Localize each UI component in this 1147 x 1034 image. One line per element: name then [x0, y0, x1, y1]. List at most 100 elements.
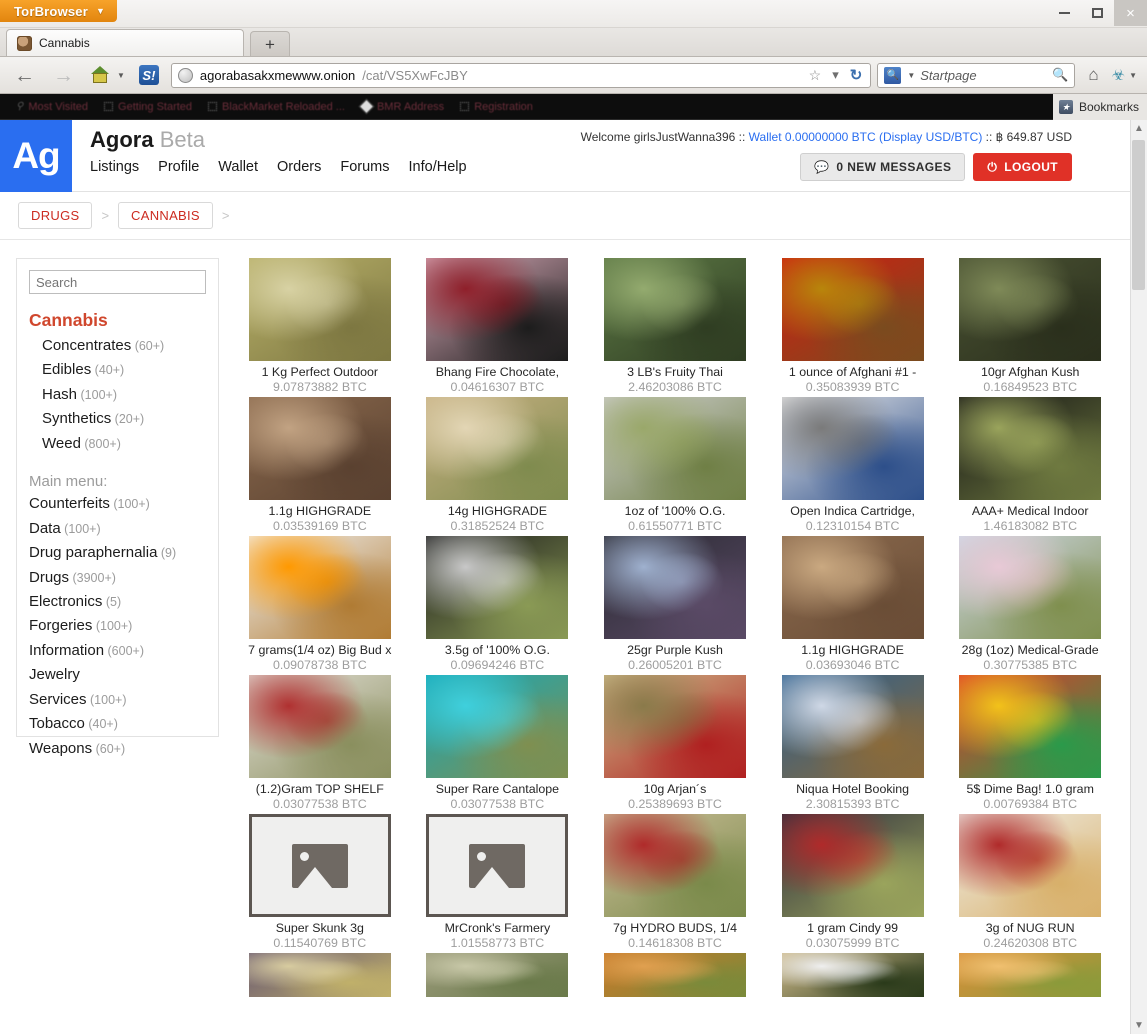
category-tobacco[interactable]: Tobacco (40+): [29, 712, 206, 736]
product-thumbnail[interactable]: [782, 536, 924, 639]
product-thumbnail[interactable]: [604, 953, 746, 997]
forward-button[interactable]: →: [47, 65, 80, 86]
scrollbar-thumb[interactable]: [1132, 140, 1145, 290]
product-title[interactable]: 1.1g HIGHGRADE: [767, 643, 939, 657]
tab-cannabis[interactable]: Cannabis: [6, 29, 244, 56]
product-card[interactable]: 1.1g HIGHGRADE0.03539169 BTC: [234, 397, 406, 533]
product-card[interactable]: 7g HYDRO BUDS, 1/40.14618308 BTC: [589, 814, 761, 950]
product-card[interactable]: [234, 953, 406, 997]
maximize-button[interactable]: [1081, 0, 1114, 26]
product-title[interactable]: 25gr Purple Kush: [589, 643, 761, 657]
category-electronics[interactable]: Electronics (5): [29, 590, 206, 614]
search-input[interactable]: Startpage: [920, 68, 1047, 83]
product-card[interactable]: 10gr Afghan Kush0.16849523 BTC: [944, 258, 1116, 394]
bookmark-bmr-address[interactable]: BMR Address: [353, 101, 452, 113]
product-thumbnail[interactable]: [249, 675, 391, 778]
torbutton-button[interactable]: ☣▼: [1112, 66, 1139, 84]
home-button[interactable]: ⌂: [1081, 65, 1105, 85]
bookmark-star-icon[interactable]: ☆: [807, 67, 824, 84]
bookmark-most-visited[interactable]: ⚲ Most Visited: [8, 101, 96, 113]
product-thumbnail[interactable]: [604, 536, 746, 639]
scroll-down-arrow-icon[interactable]: ▼: [1134, 1017, 1144, 1034]
search-bar[interactable]: ▼ Startpage 🔍: [877, 63, 1075, 88]
nav-listings[interactable]: Listings: [90, 159, 139, 175]
product-card[interactable]: 1 ounce of Afghani #1 -0.35083939 BTC: [767, 258, 939, 394]
product-card[interactable]: (1.2)Gram TOP SHELF0.03077538 BTC: [234, 675, 406, 811]
product-title[interactable]: 3 LB's Fruity Thai: [589, 365, 761, 379]
product-title[interactable]: 28g (1oz) Medical-Grade: [944, 643, 1116, 657]
startpage-shortcut-icon[interactable]: S!: [139, 65, 159, 85]
product-thumbnail[interactable]: [959, 258, 1101, 361]
product-title[interactable]: 7 grams(1/4 oz) Big Bud x: [234, 643, 406, 657]
subcategory-edibles[interactable]: Edibles (40+): [42, 358, 206, 382]
product-title[interactable]: 7g HYDRO BUDS, 1/4: [589, 921, 761, 935]
subcategory-concentrates[interactable]: Concentrates (60+): [42, 334, 206, 358]
product-thumbnail[interactable]: [959, 397, 1101, 500]
category-information[interactable]: Information (600+): [29, 639, 206, 663]
product-card[interactable]: 7 grams(1/4 oz) Big Bud x0.09078738 BTC: [234, 536, 406, 672]
product-card[interactable]: 1.1g HIGHGRADE0.03693046 BTC: [767, 536, 939, 672]
home-icon[interactable]: [90, 66, 110, 84]
search-input[interactable]: [29, 270, 206, 294]
product-title[interactable]: 3g of NUG RUN: [944, 921, 1116, 935]
product-title[interactable]: Super Rare Cantalope: [412, 782, 584, 796]
bookmarks-menu-button[interactable]: ★ Bookmarks: [1053, 94, 1147, 120]
nav-wallet[interactable]: Wallet: [218, 159, 258, 175]
product-thumbnail[interactable]: [604, 258, 746, 361]
bookmark-blackmarket-reloaded[interactable]: BlackMarket Reloaded ...: [200, 101, 353, 113]
product-title[interactable]: MrCronk's Farmery: [412, 921, 584, 935]
chevron-down-icon[interactable]: ▼: [117, 71, 125, 80]
category-drug-paraphernalia[interactable]: Drug paraphernalia (9): [29, 541, 206, 565]
search-icon[interactable]: 🔍: [1052, 67, 1068, 83]
product-thumbnail[interactable]: [782, 397, 924, 500]
breadcrumb-drugs[interactable]: DRUGS: [18, 202, 92, 229]
product-thumbnail[interactable]: [959, 675, 1101, 778]
product-card[interactable]: MrCronk's Farmery1.01558773 BTC: [412, 814, 584, 950]
product-thumbnail[interactable]: [782, 814, 924, 917]
product-card[interactable]: [412, 953, 584, 997]
messages-button[interactable]: 💬 0 NEW MESSAGES: [800, 153, 965, 181]
product-card[interactable]: 3g of NUG RUN0.24620308 BTC: [944, 814, 1116, 950]
reload-icon[interactable]: ↻: [848, 66, 865, 84]
back-button[interactable]: ←: [8, 65, 41, 86]
torbrowser-menu-button[interactable]: TorBrowser ▼: [0, 0, 117, 22]
subcategory-hash[interactable]: Hash (100+): [42, 383, 206, 407]
product-title[interactable]: 1 ounce of Afghani #1 -: [767, 365, 939, 379]
product-card[interactable]: 3 LB's Fruity Thai2.46203086 BTC: [589, 258, 761, 394]
product-title[interactable]: Open Indica Cartridge,: [767, 504, 939, 518]
nav-profile[interactable]: Profile: [158, 159, 199, 175]
category-counterfeits[interactable]: Counterfeits (100+): [29, 492, 206, 516]
chevron-down-icon[interactable]: ▼: [907, 71, 915, 80]
bookmark-registration[interactable]: Registration: [452, 101, 541, 113]
product-thumbnail[interactable]: [249, 258, 391, 361]
close-button[interactable]: ×: [1114, 0, 1147, 26]
product-card[interactable]: Super Skunk 3g0.11540769 BTC: [234, 814, 406, 950]
product-card[interactable]: 3.5g of '100% O.G.0.09694246 BTC: [412, 536, 584, 672]
product-thumbnail[interactable]: [959, 536, 1101, 639]
product-card[interactable]: 28g (1oz) Medical-Grade0.30775385 BTC: [944, 536, 1116, 672]
product-thumbnail[interactable]: [426, 675, 568, 778]
product-thumbnail[interactable]: [249, 953, 391, 997]
product-card[interactable]: 1oz of '100% O.G.0.61550771 BTC: [589, 397, 761, 533]
product-title[interactable]: Super Skunk 3g: [234, 921, 406, 935]
subcategory-synthetics[interactable]: Synthetics (20+): [42, 407, 206, 431]
category-jewelry[interactable]: Jewelry: [29, 663, 206, 687]
product-title[interactable]: Niqua Hotel Booking: [767, 782, 939, 796]
product-card[interactable]: 1 gram Cindy 990.03075999 BTC: [767, 814, 939, 950]
product-title[interactable]: 5$ Dime Bag! 1.0 gram: [944, 782, 1116, 796]
product-card[interactable]: 25gr Purple Kush0.26005201 BTC: [589, 536, 761, 672]
product-thumbnail[interactable]: [426, 953, 568, 997]
product-title[interactable]: 14g HIGHGRADE: [412, 504, 584, 518]
site-logo[interactable]: Ag: [0, 120, 72, 192]
product-thumbnail[interactable]: [426, 258, 568, 361]
new-tab-button[interactable]: +: [250, 31, 290, 56]
product-card[interactable]: [944, 953, 1116, 997]
product-thumbnail[interactable]: [782, 675, 924, 778]
product-title[interactable]: AAA+ Medical Indoor: [944, 504, 1116, 518]
product-card[interactable]: 14g HIGHGRADE0.31852524 BTC: [412, 397, 584, 533]
product-card[interactable]: 5$ Dime Bag! 1.0 gram0.00769384 BTC: [944, 675, 1116, 811]
product-title[interactable]: 10gr Afghan Kush: [944, 365, 1116, 379]
logout-button[interactable]: ⏻ LOGOUT: [973, 153, 1072, 181]
product-card[interactable]: 1 Kg Perfect Outdoor9.07873882 BTC: [234, 258, 406, 394]
product-thumbnail[interactable]: [604, 675, 746, 778]
